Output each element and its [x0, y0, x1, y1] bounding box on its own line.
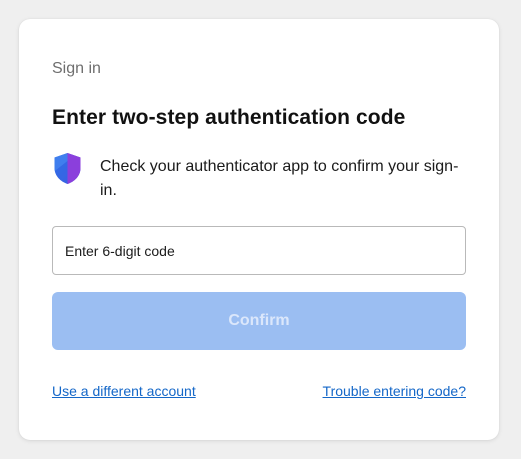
use-different-account-link[interactable]: Use a different account — [52, 383, 196, 399]
sign-in-label: Sign in — [52, 60, 101, 77]
info-text: Check your authenticator app to confirm … — [100, 158, 459, 199]
trouble-entering-code-link[interactable]: Trouble entering code? — [323, 383, 466, 399]
code-input[interactable] — [52, 226, 466, 275]
auth-card: Sign in Enter two-step authentication co… — [19, 19, 499, 440]
page-title: Enter two-step authentication code — [52, 106, 406, 129]
shield-icon — [53, 152, 82, 185]
confirm-button[interactable]: Confirm — [52, 292, 466, 350]
